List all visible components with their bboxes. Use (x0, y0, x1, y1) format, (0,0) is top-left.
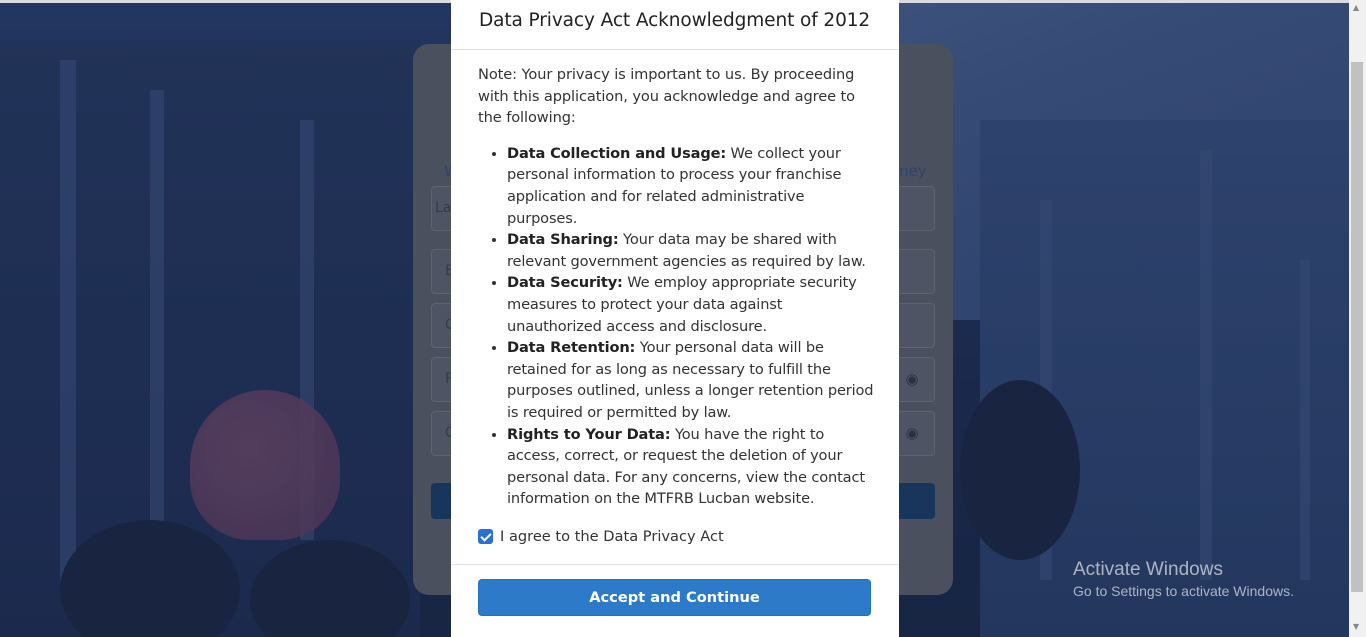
watermark-title: Activate Windows (1073, 559, 1223, 580)
list-item: Data Security: We employ appropriate sec… (507, 272, 874, 337)
modal-body: Note: Your privacy is important to us. B… (478, 64, 874, 510)
list-item: Data Collection and Usage: We collect yo… (507, 143, 874, 229)
agree-label[interactable]: I agree to the Data Privacy Act (500, 528, 724, 545)
modal-header: Data Privacy Act Acknowledgment of 2012 (451, 0, 899, 50)
scroll-up-icon[interactable]: ▲ (1353, 3, 1359, 12)
modal-footer: Accept and Continue (451, 564, 899, 637)
list-item: Data Sharing: Your data may be shared wi… (507, 229, 874, 272)
list-item: Data Retention: Your personal data will … (507, 337, 874, 423)
modal-title: Data Privacy Act Acknowledgment of 2012 (479, 10, 871, 31)
page-scrollbar[interactable]: ▲ ▼ (1349, 0, 1366, 637)
privacy-note: Note: Your privacy is important to us. B… (478, 66, 855, 127)
privacy-list: Data Collection and Usage: We collect yo… (478, 143, 874, 510)
scrollbar-thumb[interactable] (1351, 62, 1363, 592)
agree-checkbox[interactable] (478, 528, 493, 544)
scroll-down-icon[interactable]: ▼ (1353, 622, 1359, 631)
privacy-modal: Data Privacy Act Acknowledgment of 2012 … (451, 0, 899, 637)
accept-continue-button[interactable]: Accept and Continue (478, 579, 871, 616)
agree-checkbox-row[interactable]: I agree to the Data Privacy Act (478, 526, 724, 546)
watermark-subtitle: Go to Settings to activate Windows. (1073, 583, 1294, 599)
list-item: Rights to Your Data: You have the right … (507, 424, 874, 510)
windows-watermark: Activate Windows Go to Settings to activ… (1073, 559, 1294, 599)
